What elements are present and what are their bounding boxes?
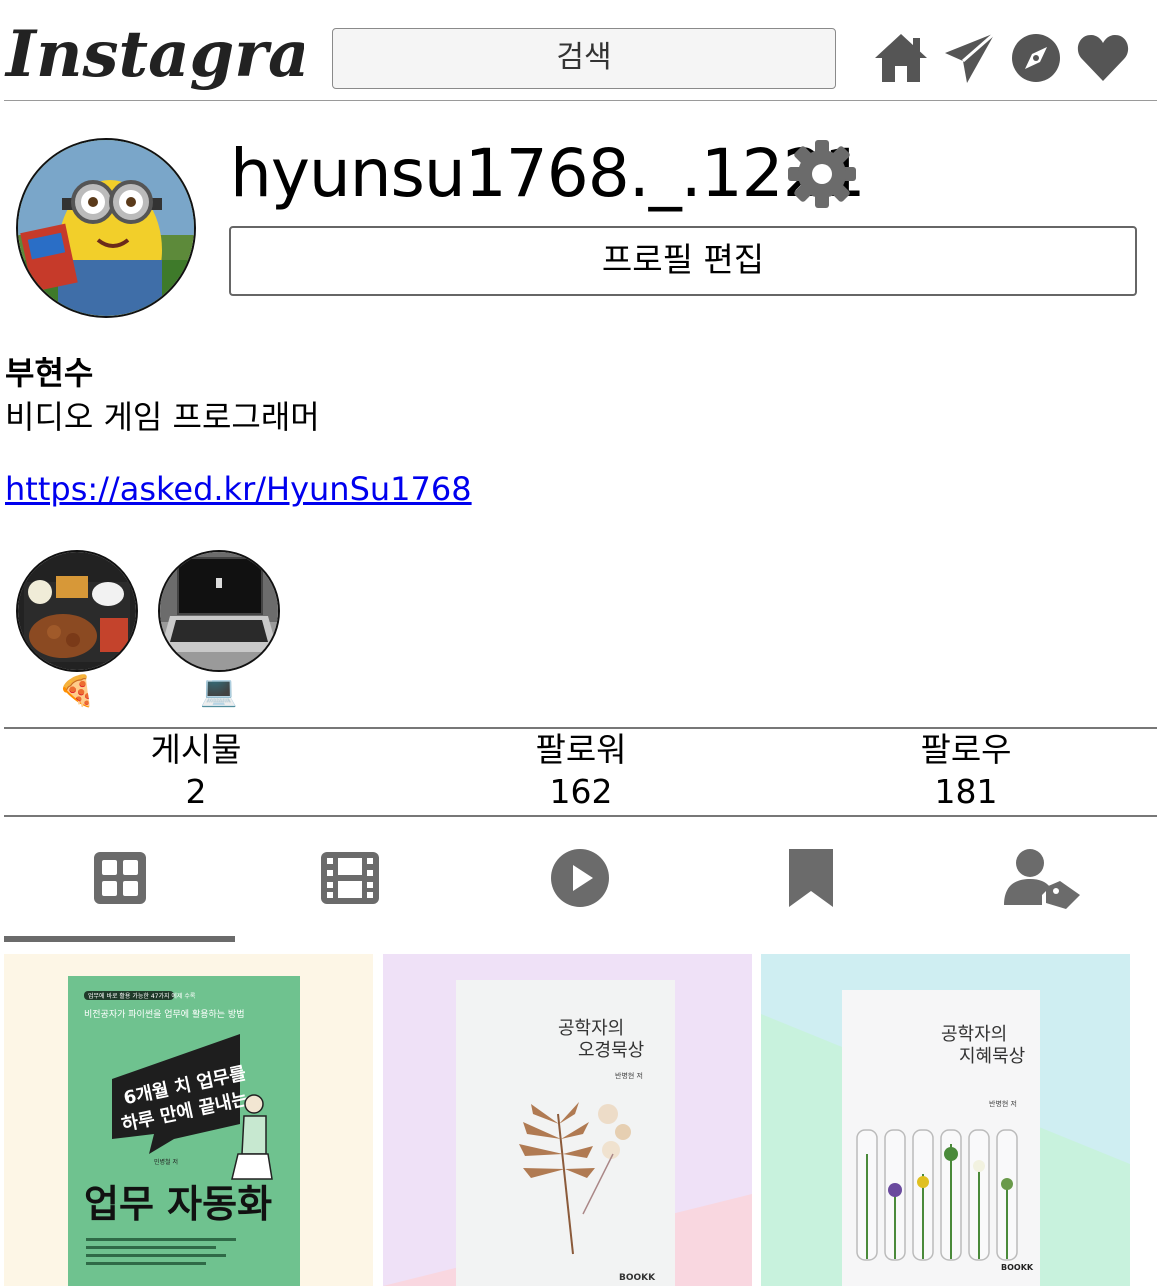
instagram-logo[interactable]: Instagram: [4, 10, 304, 105]
profile-avatar[interactable]: [16, 138, 196, 318]
post1-author: 민병철 저: [154, 1158, 178, 1166]
stat-following[interactable]: 팔로우 181: [776, 730, 1156, 814]
user-tag-icon: [1004, 849, 1080, 909]
stat-following-value: 181: [934, 772, 998, 811]
stat-posts-label: 게시물: [150, 730, 242, 769]
profile-link[interactable]: https://asked.kr/HyunSu1768: [5, 470, 472, 508]
highlight-label-laptop: 💻: [200, 674, 238, 709]
post-tile-3[interactable]: 공학자의 지혜묵상 반병현 저 BOOKK: [761, 954, 1130, 1286]
tab-reels[interactable]: [290, 840, 410, 916]
profile-bio: 비디오 게임 프로그래머: [5, 398, 320, 436]
post2-author: 반병현 저: [615, 1071, 643, 1080]
post-tile-2[interactable]: 공학자의 오경묵상 반병현 저 BOOKK: [383, 954, 752, 1286]
search-input[interactable]: 검색: [332, 28, 836, 89]
stat-followers-value: 162: [549, 772, 613, 811]
play-circle-icon: [551, 849, 609, 907]
post-tile-1[interactable]: 업무에 바로 활용 가능한 47가지 예제 수록 비전공자가 파이썬을 업무에 …: [4, 954, 373, 1286]
edit-profile-button[interactable]: 프로필 편집: [229, 226, 1137, 296]
stat-followers[interactable]: 팔로워 162: [391, 730, 771, 814]
tab-video[interactable]: [520, 840, 640, 916]
active-tab-indicator: [4, 936, 235, 942]
post3-title-line2: 지혜묵상: [959, 1046, 1025, 1067]
explore-icon[interactable]: [1008, 30, 1064, 86]
post1-title: 업무 자동화: [84, 1182, 272, 1226]
highlight-laptop[interactable]: [158, 550, 280, 672]
header-divider: [4, 100, 1157, 101]
activity-heart-icon[interactable]: [1075, 30, 1131, 86]
settings-gear-icon[interactable]: [787, 138, 857, 210]
profile-username: hyunsu1768._.1221: [230, 135, 866, 212]
post1-top-small: 업무에 바로 활용 가능한 47가지 예제 수록: [88, 992, 196, 1000]
profile-full-name: 부현수: [5, 354, 94, 392]
stat-followers-label: 팔로워: [535, 730, 627, 769]
stat-following-label: 팔로우: [920, 730, 1012, 769]
film-icon: [321, 852, 379, 904]
highlight-label-pizza: 🍕: [58, 674, 96, 709]
tab-saved[interactable]: [751, 840, 871, 916]
post2-title-line1: 공학자의: [558, 1018, 624, 1039]
post3-publisher: BOOKK: [1001, 1263, 1034, 1272]
home-icon[interactable]: [873, 30, 929, 86]
stat-posts: 게시물 2: [6, 730, 386, 814]
post1-subtitle: 비전공자가 파이썬을 업무에 활용하는 방법: [84, 1008, 245, 1020]
stats-bottom-divider: [4, 815, 1157, 817]
post3-title-line1: 공학자의: [941, 1024, 1007, 1045]
stats-top-divider: [4, 727, 1157, 729]
grid-icon: [94, 852, 146, 904]
tab-tagged[interactable]: [982, 840, 1102, 916]
post3-author: 반병현 저: [989, 1099, 1017, 1108]
tab-grid[interactable]: [60, 840, 180, 916]
logo-text: Instagram: [4, 17, 304, 92]
stat-posts-value: 2: [185, 772, 207, 811]
highlight-lunchbox[interactable]: [16, 550, 138, 672]
post2-title-line2: 오경묵상: [578, 1040, 644, 1061]
direct-message-icon[interactable]: [942, 30, 998, 86]
bookmark-icon: [789, 849, 833, 907]
post2-publisher: BOOKK: [619, 1273, 656, 1283]
